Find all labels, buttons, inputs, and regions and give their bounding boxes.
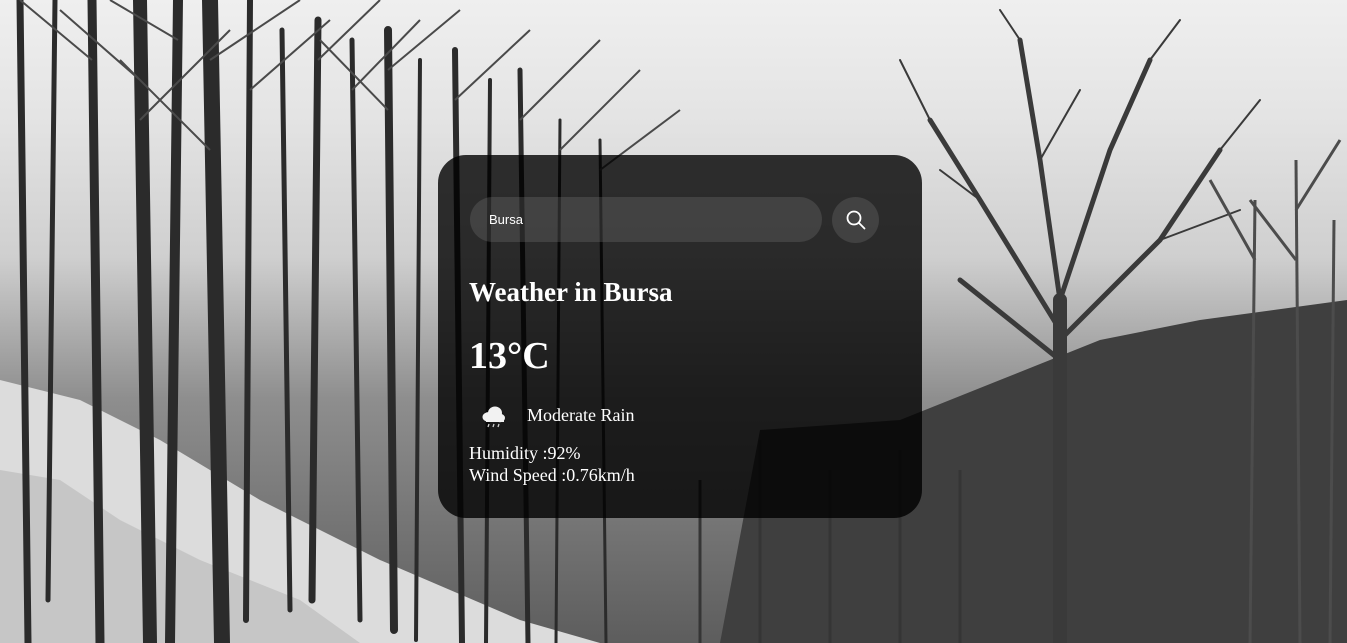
humidity-label: Humidity :92% <box>469 443 581 463</box>
weather-card: Weather in Bursa 13°C Moderate Rain Humi… <box>438 155 922 518</box>
wind-speed-label: Wind Speed :0.76km/h <box>469 465 635 485</box>
search-bar <box>470 197 880 243</box>
search-button[interactable] <box>832 197 879 243</box>
temperature: 13°C <box>469 335 550 377</box>
city-title: Weather in Bursa <box>469 277 673 307</box>
cloud-rain-icon <box>478 400 508 430</box>
search-icon <box>846 210 866 230</box>
search-input[interactable] <box>470 197 822 242</box>
weather-description-row: Moderate Rain <box>478 400 634 430</box>
weather-description: Moderate Rain <box>527 405 635 425</box>
